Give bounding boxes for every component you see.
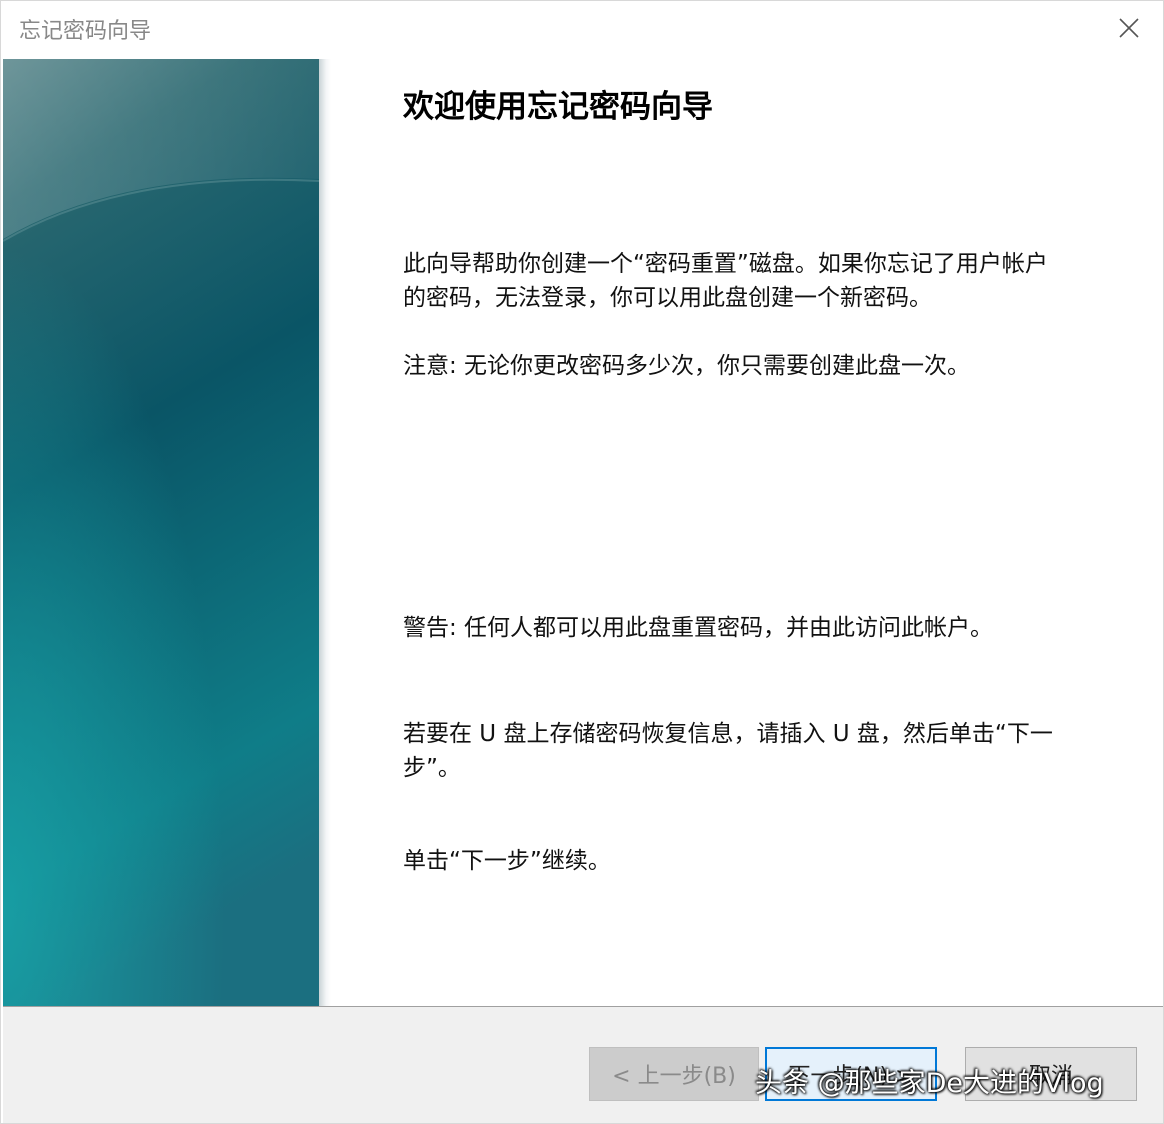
cancel-button[interactable]: 取消	[965, 1047, 1137, 1101]
note-text: 注意: 无论你更改密码多少次，你只需要创建此盘一次。	[403, 353, 971, 379]
close-button[interactable]	[1109, 9, 1149, 47]
side-banner-edge	[319, 59, 331, 1006]
warning-text: 警告: 任何人都可以用此盘重置密码，并由此访问此帐户。	[403, 615, 994, 641]
back-button[interactable]: < 上一步(B)	[589, 1047, 759, 1101]
next-button[interactable]: 下一步(N) >	[765, 1047, 937, 1101]
continue-instruction-text: 单击“下一步”继续。	[403, 848, 611, 874]
wizard-heading: 欢迎使用忘记密码向导	[403, 89, 713, 125]
close-icon	[1119, 18, 1139, 38]
forgot-password-wizard-window: 忘记密码向导 欢迎使用忘记密码向导 此向导帮助你创建一个“密码重置”磁盘。如果你…	[0, 0, 1164, 1124]
intro-text: 此向导帮助你创建一个“密码重置”磁盘。如果你忘记了用户帐户的密码，无法登录，你可…	[403, 251, 1048, 311]
wizard-side-banner	[3, 59, 319, 1006]
window-title: 忘记密码向导	[19, 19, 152, 44]
usb-instruction-text: 若要在 U 盘上存储密码恢复信息，请插入 U 盘，然后单击“下一步”。	[403, 721, 1053, 781]
title-bar: 忘记密码向导	[1, 1, 1163, 57]
